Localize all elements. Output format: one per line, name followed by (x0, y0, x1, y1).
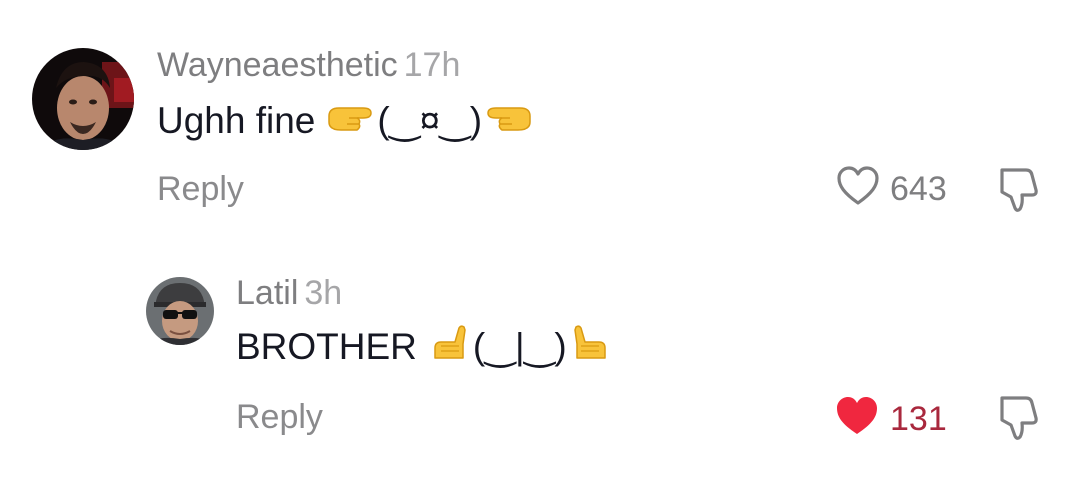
comment-item: Wayneaesthetic 17h Ughh fine (‿¤‿) Reply … (0, 0, 1080, 240)
comment-kaomoji: (‿¤‿) (377, 99, 483, 141)
username-label: Latil (236, 274, 299, 312)
comment-text-prefix: BROTHER (236, 325, 417, 367)
comment-username[interactable]: Wayneaesthetic 17h (157, 48, 460, 82)
comment-timestamp: 3h (304, 274, 343, 312)
like-button[interactable]: 131 (834, 395, 947, 442)
comment-text-prefix: Ughh fine (157, 99, 316, 141)
reply-button[interactable]: Reply (236, 400, 323, 434)
raised-hand-palm-left-icon (431, 324, 471, 368)
comment-text: Ughh fine (‿¤‿) (157, 100, 532, 140)
avatar[interactable] (146, 277, 214, 345)
like-button[interactable]: 643 (836, 165, 947, 212)
username-label: Wayneaesthetic (157, 46, 398, 84)
reply-button[interactable]: Reply (157, 172, 244, 206)
dislike-button[interactable] (996, 394, 1042, 447)
comment-text: BROTHER (‿|‿) (236, 324, 609, 368)
heart-filled-icon (834, 395, 880, 442)
point-left-hand-icon (484, 100, 532, 140)
comment-item: Latil 3h BROTHER (‿|‿) Reply 131 (0, 240, 1080, 478)
comment-timestamp: 17h (403, 46, 461, 84)
raised-hand-palm-right-icon (569, 324, 609, 368)
heart-outline-icon (836, 165, 880, 212)
comment-kaomoji: (‿|‿) (472, 325, 567, 367)
like-count: 643 (890, 169, 947, 208)
avatar[interactable] (32, 48, 134, 150)
dislike-button[interactable] (996, 166, 1042, 219)
point-right-hand-icon (327, 100, 375, 140)
like-count: 131 (890, 399, 947, 438)
thumbs-down-icon (996, 168, 1042, 218)
comment-username[interactable]: Latil 3h (236, 276, 342, 310)
thumbs-down-icon (996, 396, 1042, 446)
